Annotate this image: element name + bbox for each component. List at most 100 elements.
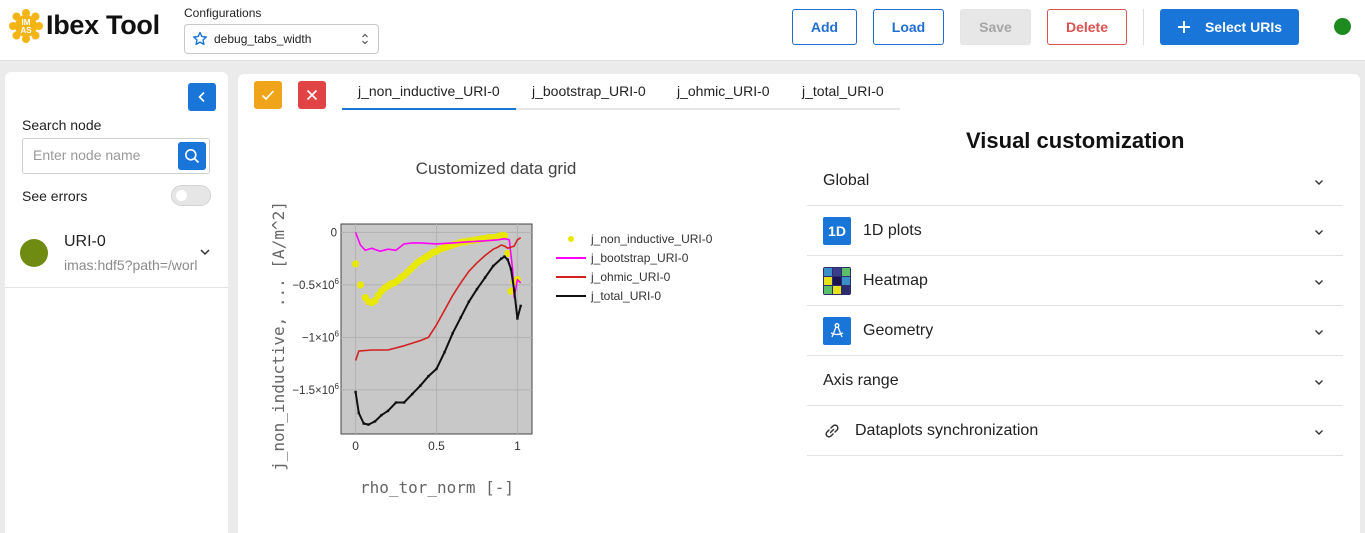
y-tick-label: 0: [331, 227, 337, 239]
accordion-axis-range[interactable]: Axis range: [807, 356, 1343, 406]
accordion-dataplots-sync[interactable]: Dataplots synchronization: [807, 406, 1343, 456]
main-panel: j_non_inductive_URI-0 j_bootstrap_URI-0 …: [238, 74, 1360, 533]
line-chart: Customized data grid 0 0.5 1 0 −0.5×106 −1×10…: [269, 159, 713, 497]
data-point: [512, 288, 516, 292]
data-point: [459, 316, 462, 319]
data-point: [367, 423, 370, 426]
x-axis-label: rho_tor_norm [-]: [360, 478, 514, 497]
chevron-down-icon: [1315, 330, 1323, 335]
app-title: Ibex Tool: [46, 10, 160, 40]
see-errors-toggle[interactable]: [171, 185, 211, 206]
x-tick-label: 0.5: [428, 439, 445, 453]
imas-logo-icon: IM AS: [9, 9, 43, 43]
data-point: [362, 422, 365, 425]
legend-label: j_bootstrap_URI-0: [590, 251, 689, 265]
accordion-label: 1D plots: [863, 222, 922, 239]
add-button[interactable]: Add: [792, 9, 857, 45]
toggle-knob: [176, 190, 187, 201]
accordion-label: Dataplots synchronization: [855, 422, 1039, 439]
link-icon: [825, 424, 839, 438]
y-tick-label: −0.5×106: [292, 277, 339, 292]
chevron-down-icon: [1315, 230, 1323, 235]
legend-label: j_ohmic_URI-0: [590, 270, 671, 284]
select-uris-button[interactable]: Select URIs: [1160, 9, 1299, 45]
connection-status-dot: [1334, 18, 1351, 35]
data-point: [356, 281, 365, 289]
data-point: [351, 260, 360, 268]
select-uris-label: Select URIs: [1204, 19, 1283, 35]
data-point: [503, 255, 506, 258]
load-button[interactable]: Load: [873, 9, 944, 45]
star-icon: [193, 31, 207, 46]
app-header: IM AS Ibex Tool Configurations debug_tab…: [0, 0, 1365, 61]
delete-button[interactable]: Delete: [1047, 9, 1127, 45]
search-icon: [185, 149, 200, 164]
search-node-label: Search node: [22, 117, 102, 133]
tick-exponent: 6: [335, 277, 340, 286]
accordion-global[interactable]: Global: [807, 156, 1343, 206]
collapse-sidebar-button[interactable]: [188, 83, 216, 111]
search-button[interactable]: [178, 142, 206, 170]
y-axis-label: j_non_inductive, ... [A/m^2]: [269, 201, 288, 471]
search-node-input[interactable]: [33, 147, 173, 163]
search-node-box: [22, 138, 210, 174]
save-button[interactable]: Save: [960, 9, 1031, 45]
data-point: [373, 420, 377, 423]
data-point: [506, 258, 509, 261]
data-point: [483, 276, 487, 279]
uri-path: imas:hdf5?path=/worl: [64, 257, 198, 273]
legend-label: j_total_URI-0: [590, 289, 661, 303]
config-select[interactable]: debug_tabs_width: [184, 24, 379, 54]
tick-exponent: 6: [335, 329, 340, 338]
chevron-down-icon: [1315, 280, 1323, 285]
accordion-geometry[interactable]: Geometry: [807, 306, 1343, 356]
heatmap-icon: [823, 267, 851, 295]
data-point: [357, 411, 361, 415]
data-point: [467, 300, 471, 303]
chevron-down-icon: [1315, 430, 1323, 435]
sidebar: Search node See errors URI-0 imas:hdf5?p…: [5, 72, 228, 533]
uri-list-item[interactable]: URI-0 imas:hdf5?path=/worl: [5, 224, 228, 288]
accordion-heatmap[interactable]: Heatmap: [807, 256, 1343, 306]
x-tick-label: 0: [352, 439, 359, 453]
accordion-label: Global: [823, 172, 870, 189]
accordion-label: Geometry: [863, 322, 934, 339]
data-point: [427, 375, 430, 378]
header-divider: [1143, 9, 1144, 45]
data-point: [354, 390, 357, 394]
data-point: [491, 264, 495, 268]
x-tick-label: 1: [514, 439, 521, 453]
data-point: [475, 287, 479, 291]
data-point: [419, 384, 422, 387]
see-errors-label: See errors: [22, 188, 88, 204]
geometry-icon: [823, 317, 851, 345]
data-point: [411, 392, 414, 396]
updown-chevron-icon: [362, 33, 368, 45]
accordion-label: Axis range: [823, 372, 899, 389]
visual-customization-title: Visual customization: [966, 128, 1185, 153]
chevron-down-icon[interactable]: [199, 246, 211, 258]
tab-j-total[interactable]: j_total_URI-0: [802, 83, 884, 99]
legend-label: j_non_inductive_URI-0: [590, 232, 713, 246]
uri-color-dot: [20, 239, 48, 267]
logo-text-bottom: AS: [20, 26, 32, 35]
config-label: Configurations: [184, 6, 262, 20]
data-point: [386, 409, 390, 413]
data-point: [451, 332, 454, 335]
uri-name: URI-0: [64, 233, 106, 250]
compass-icon: [830, 323, 844, 338]
chevron-down-icon: [1315, 180, 1323, 185]
data-point: [500, 257, 503, 260]
chevron-left-icon: [198, 91, 205, 103]
plus-icon: [1177, 21, 1190, 33]
data-point: [435, 367, 438, 371]
accordion-label: Heatmap: [863, 272, 928, 289]
accordion-1d-plots[interactable]: 1D 1D plots: [807, 206, 1343, 256]
config-value: debug_tabs_width: [214, 32, 312, 46]
y-tick-label: −1.5×106: [292, 382, 339, 397]
1d-plots-icon: 1D: [823, 217, 851, 245]
data-point: [402, 401, 406, 404]
tick-exponent: 6: [335, 382, 340, 391]
data-point: [509, 267, 513, 271]
legend-swatch: [568, 236, 574, 242]
